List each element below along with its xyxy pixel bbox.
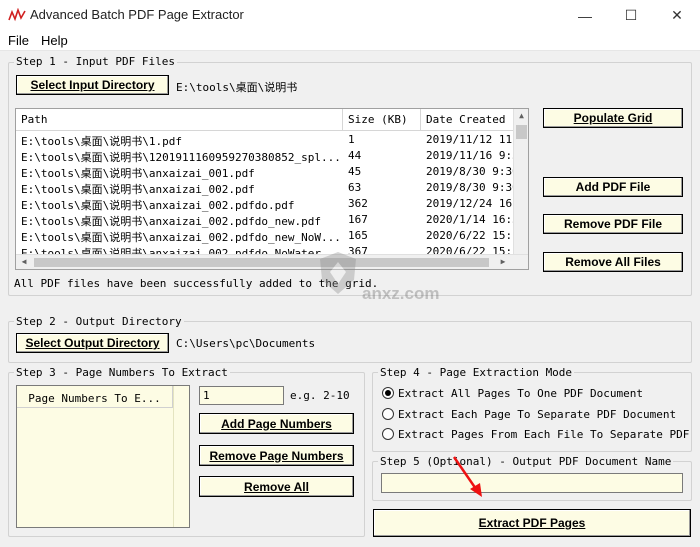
column-header-date[interactable]: Date Created (421, 109, 515, 131)
window-title: Advanced Batch PDF Page Extractor (30, 7, 244, 22)
cell-date: 2020/1/14 16:50:5 (426, 213, 515, 226)
minimize-button[interactable]: — (562, 0, 608, 31)
close-button[interactable]: ✕ (654, 0, 700, 31)
radio-option-each-file[interactable]: Extract Pages From Each File To Separate… (380, 427, 692, 443)
remove-pdf-file-button[interactable]: Remove PDF File (543, 214, 683, 234)
scroll-left-icon[interactable]: ◀ (17, 255, 31, 269)
table-row[interactable]: E:\tools\桌面\说明书\anxaizai_001.pdf 45 2019/8… (16, 164, 515, 180)
select-output-directory-button[interactable]: Select Output Directory (16, 333, 169, 353)
step5-legend: Step 5 (Optional) - Output PDF Document … (378, 455, 674, 468)
remove-page-numbers-button[interactable]: Remove Page Numbers (199, 445, 354, 466)
cell-date: 2019/11/12 11:18: (426, 133, 515, 146)
menu-help[interactable]: Help (41, 33, 68, 48)
radio-label: Extract Each Page To Separate PDF Docume… (398, 408, 677, 421)
cell-date: 2019/8/30 9:30:02 (426, 165, 515, 178)
cell-path: E:\tools\桌面\说明书\1.pdf (21, 135, 182, 148)
add-pdf-file-button[interactable]: Add PDF File (543, 177, 683, 197)
step4-legend: Step 4 - Page Extraction Mode (378, 366, 575, 379)
cell-date: 2020/6/22 15:18:3 (426, 229, 515, 242)
page-numbers-column-header[interactable]: Page Numbers To E... (17, 386, 173, 408)
watermark-text: anxz.com (362, 284, 440, 303)
populate-grid-button[interactable]: Populate Grid (543, 108, 683, 128)
cell-date: 2019/8/30 9:30:02 (426, 181, 515, 194)
cell-size: 362 (348, 197, 368, 210)
step2-legend: Step 2 - Output Directory (14, 315, 184, 328)
output-pdf-name-input[interactable] (381, 473, 683, 493)
table-row[interactable]: E:\tools\桌面\说明书\1.pdf 1 2019/11/12 11:18: (16, 132, 515, 148)
menu-bar: File Help (0, 31, 700, 51)
watermark: anxz.com (316, 246, 476, 316)
step1-legend: Step 1 - Input PDF Files (14, 55, 177, 68)
radio-option-each-page[interactable]: Extract Each Page To Separate PDF Docume… (380, 407, 692, 423)
cell-size: 63 (348, 181, 362, 194)
table-row[interactable]: E:\tools\桌面\说明书\anxaizai_002.pdfdo_new.p… (16, 212, 515, 228)
table-row[interactable]: E:\tools\桌面\说明书\anxaizai_002.pdfdo.pdf 36… (16, 196, 515, 212)
step3-legend: Step 3 - Page Numbers To Extract (14, 366, 230, 379)
remove-all-page-numbers-button[interactable]: Remove All (199, 476, 354, 497)
cell-path: E:\tools\桌面\说明书\anxaizai_002.pdfdo_new.p… (21, 215, 322, 228)
cell-size: 167 (348, 213, 368, 226)
select-input-directory-button[interactable]: Select Input Directory (16, 75, 169, 95)
red-arrow-icon (452, 456, 482, 497)
cell-size: 165 (348, 229, 368, 242)
cell-path: E:\tools\桌面\说明书\anxaizai_002.pdf (21, 183, 255, 196)
scroll-right-icon[interactable]: ▶ (496, 255, 510, 269)
title-bar: Advanced Batch PDF Page Extractor — ☐ ✕ (0, 0, 700, 31)
column-header-path[interactable]: Path (16, 109, 343, 131)
scroll-thumb[interactable] (516, 125, 527, 139)
page-number-example: e.g. 2-10 (290, 389, 350, 402)
page-number-input[interactable]: 1 (199, 386, 284, 405)
shield-logo-icon (320, 252, 356, 294)
radio-button[interactable] (382, 408, 394, 420)
cell-date: 2019/12/24 16:32: (426, 197, 515, 210)
table-row[interactable]: E:\tools\桌面\说明书\anxaizai_002.pdf 63 2019/8… (16, 180, 515, 196)
page-numbers-scrollbar[interactable] (173, 386, 189, 527)
cell-size: 45 (348, 165, 362, 178)
grid-vertical-scrollbar[interactable]: ▲ (513, 109, 528, 256)
column-header-size[interactable]: Size (KB) (343, 109, 421, 131)
output-directory-path: C:\Users\pc\Documents (176, 337, 316, 350)
menu-file[interactable]: File (8, 33, 29, 48)
page-numbers-list[interactable]: Page Numbers To E... (16, 385, 190, 528)
input-directory-path: E:\tools\桌面\说明书 (176, 81, 298, 94)
remove-all-files-button[interactable]: Remove All Files (543, 252, 683, 272)
extract-pdf-pages-button[interactable]: Extract PDF Pages (373, 509, 691, 537)
scroll-up-icon[interactable]: ▲ (515, 109, 528, 123)
cell-path: E:\tools\桌面\说明书\anxaizai_002.pdfdo_new_N… (21, 231, 341, 244)
table-row[interactable]: E:\tools\桌面\说明书\1201911160959270380852_s… (16, 148, 515, 164)
radio-button[interactable] (382, 428, 394, 440)
app-logo-icon (8, 8, 26, 22)
table-row[interactable]: E:\tools\桌面\说明书\anxaizai_002.pdfdo_new_N… (16, 228, 515, 244)
cell-size: 1 (348, 133, 355, 146)
cell-path: E:\tools\桌面\说明书\anxaizai_001.pdf (21, 167, 255, 180)
cell-date: 2019/11/16 9:59:2 (426, 149, 515, 162)
cell-path: E:\tools\桌面\说明书\1201911160959270380852_s… (21, 151, 341, 164)
cell-path: E:\tools\桌面\说明书\anxaizai_002.pdfdo.pdf (21, 199, 295, 212)
cell-size: 44 (348, 149, 362, 162)
radio-button[interactable] (382, 387, 394, 399)
radio-label: Extract All Pages To One PDF Document (398, 387, 644, 400)
add-page-numbers-button[interactable]: Add Page Numbers (199, 413, 354, 434)
maximize-button[interactable]: ☐ (608, 0, 654, 31)
radio-option-one-pdf[interactable]: Extract All Pages To One PDF Document (380, 386, 692, 402)
radio-label: Extract Pages From Each File To Separate… (398, 428, 692, 441)
